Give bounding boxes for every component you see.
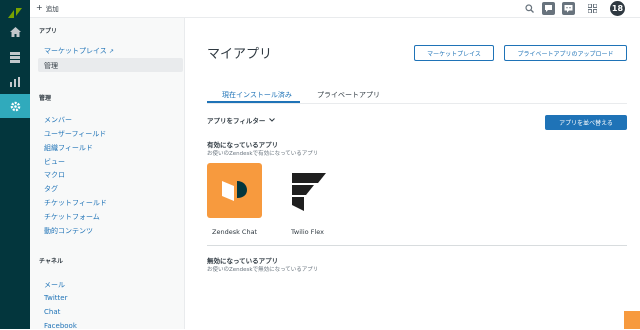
main-content: マイアプリ マーケットプレイス プライベートアプリのアップロード 現在インストー… [186, 18, 640, 329]
sidebar-item-user-fields[interactable]: ユーザーフィールド [44, 129, 106, 139]
conversations-icon[interactable] [542, 2, 555, 15]
sidebar-item-manage[interactable]: 管理 [38, 58, 183, 72]
search-icon[interactable] [523, 2, 536, 15]
marketplace-button[interactable]: マーケットプレイス [414, 45, 494, 61]
admin-sidebar: アプリ マーケットプレイス ↗ 管理 管理 メンバー ユーザーフィールド 組織フ… [30, 18, 185, 330]
twilio-flex-logo-icon [291, 172, 326, 211]
admin-gear-icon[interactable] [0, 94, 30, 118]
sidebar-item-ticket-fields[interactable]: チケットフィールド [44, 198, 107, 208]
enabled-apps-heading: 有効になっているアプリ [207, 141, 279, 149]
apps-section-title: アプリ [39, 28, 58, 35]
add-button[interactable]: + 追加 [36, 3, 59, 14]
sidebar-item-macros[interactable]: マクロ [44, 170, 65, 180]
tab-installed[interactable]: 現在インストール済み [222, 90, 292, 100]
tab-divider [207, 103, 627, 104]
manage-label: 管理 [44, 62, 58, 70]
section-divider [207, 245, 627, 246]
upload-private-app-button[interactable]: プライベートアプリのアップロード [504, 45, 627, 61]
views-icon[interactable] [0, 45, 30, 69]
sidebar-item-org-fields[interactable]: 組織フィールド [44, 143, 93, 153]
sidebar-item-views[interactable]: ビュー [44, 157, 65, 167]
product-rail [0, 0, 30, 329]
zendesk-chat-name: Zendesk Chat [212, 228, 258, 236]
help-chat-icon[interactable] [562, 2, 575, 15]
enabled-apps-description: お使いのZendeskで有効になっているアプリ [207, 151, 319, 157]
sidebar-item-email[interactable]: メール [44, 280, 65, 290]
chevron-down-icon [269, 116, 276, 124]
filter-label: アプリをフィルター [207, 117, 266, 125]
sidebar-item-members[interactable]: メンバー [44, 115, 72, 125]
product-tray-icon[interactable] [586, 2, 599, 15]
marketplace-label: マーケットプレイス [44, 47, 107, 55]
disabled-apps-description: お使いのZendeskで無効になっているアプリ [207, 267, 319, 273]
reorder-apps-button[interactable]: アプリを並べ替える [545, 115, 627, 130]
plus-icon: + [36, 3, 43, 12]
feedback-tab[interactable] [624, 311, 640, 329]
zendesk-chat-app-tile[interactable] [207, 163, 262, 218]
home-icon[interactable] [0, 20, 30, 44]
top-bar: + 追加 18 [30, 0, 640, 18]
page-title: マイアプリ [207, 47, 273, 62]
channels-section-title: チャネル [39, 258, 63, 265]
tab-private-apps[interactable]: プライベートアプリ [317, 90, 380, 100]
sidebar-item-chat[interactable]: Chat [44, 308, 60, 316]
avatar[interactable]: 18 [610, 1, 625, 16]
sidebar-item-ticket-forms[interactable]: チケットフォーム [44, 212, 100, 222]
active-tab-indicator [207, 101, 300, 103]
zendesk-chat-logo-icon [221, 180, 247, 201]
add-label: 追加 [45, 5, 59, 13]
manage-section-title: 管理 [39, 95, 52, 102]
reporting-icon[interactable] [0, 70, 30, 94]
external-link-icon: ↗ [109, 48, 115, 55]
sidebar-item-twitter[interactable]: Twitter [44, 294, 67, 302]
twilio-flex-name: Twilio Flex [291, 228, 324, 236]
zendesk-logo-icon[interactable] [7, 4, 23, 18]
sidebar-item-dynamic-content[interactable]: 動的コンテンツ [44, 226, 93, 236]
sidebar-item-marketplace[interactable]: マーケットプレイス ↗ [44, 46, 114, 56]
disabled-apps-heading: 無効になっているアプリ [207, 257, 279, 265]
filter-apps-dropdown[interactable]: アプリをフィルター [207, 115, 276, 125]
twilio-flex-app-tile[interactable] [280, 163, 335, 218]
sidebar-item-tags[interactable]: タグ [44, 184, 58, 194]
